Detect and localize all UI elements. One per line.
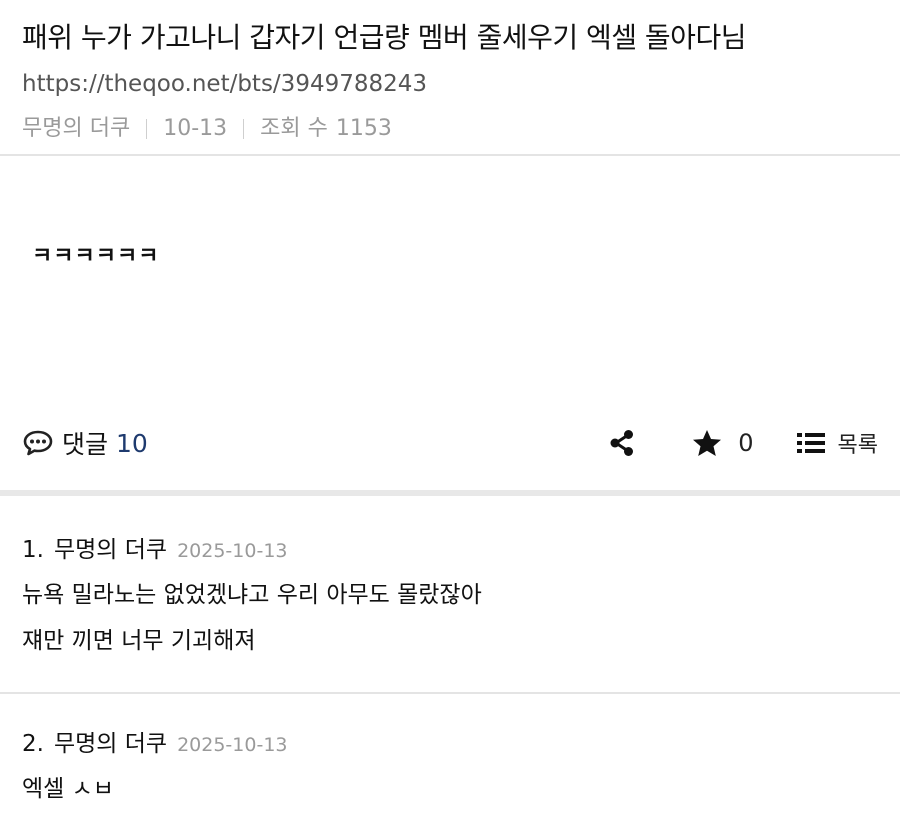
comment-header: 1. 무명의 더쿠 2025-10-13 [22,530,878,564]
comment-number: 1. [22,537,44,563]
post-body-text: ㅋㅋㅋㅋㅋㅋ [32,244,160,269]
post-author: 무명의 더쿠 [22,116,131,141]
views-count: 1153 [335,116,392,141]
share-button[interactable] [608,429,636,457]
views-label: 조회 수 [260,116,328,141]
post-views: 조회 수 1153 [260,114,392,144]
comments-label: 댓글 [62,430,109,459]
comment-author: 무명의 더쿠 [53,731,168,757]
star-icon [692,429,722,457]
like-button[interactable]: 0 [692,429,754,457]
comment-text: 뉴욕 밀라노는 없었겠냐고 우리 아무도 몰랐잖아 [22,582,482,608]
share-icon [608,429,636,457]
post-title: 패위 누가 가고나니 갑자기 언급량 멤버 줄세우기 엑셀 돌아다님 [22,21,746,54]
comment-text: 쟤만 끼면 너무 기괴해져 [22,628,256,654]
post-body: ㅋㅋㅋㅋㅋㅋ [0,156,900,396]
comment-date: 2025-10-13 [177,734,288,756]
list-icon [796,431,826,455]
meta-divider [243,119,245,139]
post-url[interactable]: https://theqoo.net/bts/3949788243 [22,68,878,100]
list-button[interactable]: 목록 [796,427,878,459]
post-header: 패위 누가 가고나니 갑자기 언급량 멤버 줄세우기 엑셀 돌아다님 https… [0,0,900,156]
meta-divider [146,119,148,139]
post-meta: 무명의 더쿠 10-13 조회 수 1153 [22,114,878,144]
comment-number: 2. [22,731,44,757]
post-date: 10-13 [163,116,228,141]
comment-item: 1. 무명의 더쿠 2025-10-13 뉴욕 밀라노는 없었겠냐고 우리 아무… [0,496,900,694]
comments-button[interactable]: 댓글 10 [22,425,148,461]
like-count: 0 [738,429,754,457]
list-label: 목록 [837,433,878,458]
comment-date: 2025-10-13 [177,540,288,562]
comment-item: 2. 무명의 더쿠 2025-10-13 엑셀 ㅅㅂ [0,694,900,804]
comment-author: 무명의 더쿠 [53,537,168,563]
comments-count: 10 [116,428,148,458]
speech-bubble-icon [22,429,54,457]
comment-header: 2. 무명의 더쿠 2025-10-13 [22,724,878,758]
comment-text: 엑셀 ㅅㅂ [22,776,114,802]
action-bar: 댓글 10 0 목록 [0,396,900,496]
